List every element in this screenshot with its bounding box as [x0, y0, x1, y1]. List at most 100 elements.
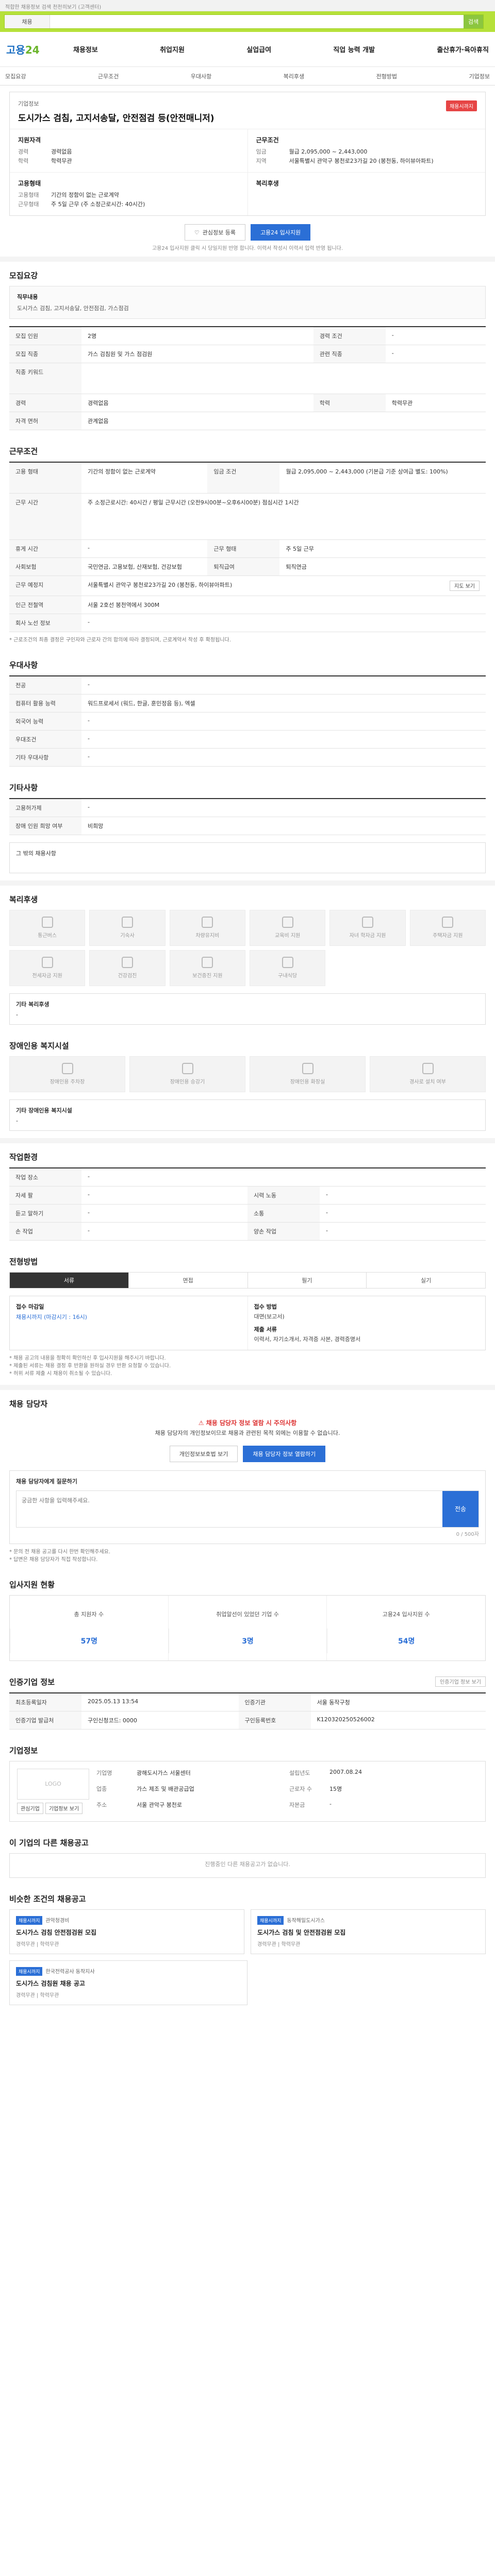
- th: 모집 직종: [9, 345, 81, 363]
- kv-row: 지역 서울특별시 관악구 봉천로23가길 20 (봉천동, 하이뷰아파트): [256, 157, 477, 166]
- fav-corp-button[interactable]: 관심기업: [17, 1802, 43, 1814]
- td: 서울 동작구청: [310, 1692, 486, 1711]
- list-item: * 문의 전 채용 공고를 다시 한번 확인해주세요.: [9, 1549, 111, 1555]
- search-category-tab[interactable]: 채용: [5, 15, 50, 28]
- view-counselor-button[interactable]: 채용 담당자 정보 열람하기: [243, 1445, 326, 1462]
- char-count: 0 / 500자: [456, 1531, 479, 1537]
- heart-icon: ♡: [194, 229, 200, 236]
- warning-desc: 채용 담당자의 개인정보이므로 채용과 관련된 목적 외에는 이용할 수 없습니…: [155, 1429, 340, 1436]
- td: 주 5일 근무: [279, 539, 486, 558]
- card-title: 도시가스 검침원 채용 공고: [16, 1979, 85, 1987]
- section-title: 장애인용 복지시설: [9, 1041, 69, 1050]
- tab-work[interactable]: 근무조건: [98, 72, 119, 80]
- job-actions: ♡ 관심정보 등록 고용24 입사지원: [0, 216, 495, 244]
- td: 워드프로세서 (워드, 한글, 훈민정음 등), 엑셀: [81, 694, 486, 713]
- section-title: 전형방법: [9, 1257, 38, 1266]
- section-title: 근무조건: [9, 447, 38, 456]
- recruit-section: 모집요강 직무내용 도시가스 검침, 고지서송달, 안전점검, 가스점검 모집 …: [0, 262, 495, 437]
- logo-text-a: 고용: [6, 44, 25, 56]
- cafeteria-icon: [282, 957, 293, 968]
- education-icon: [282, 917, 293, 928]
- gnb-item[interactable]: 직업 능력 개발: [333, 44, 375, 54]
- stat-value: 54명: [327, 1628, 485, 1653]
- process-steps: 서류 면접 필기 실기: [9, 1272, 486, 1289]
- search-box: 채용 검색: [4, 14, 484, 29]
- th: 모집 인원: [9, 327, 81, 345]
- corp-key: 설립년도: [289, 1769, 310, 1776]
- tab-prefer[interactable]: 우대사항: [191, 72, 211, 80]
- corp-val: 서울 관악구 봉천로: [137, 1802, 182, 1809]
- inquiry-textarea[interactable]: [16, 1490, 442, 1527]
- table-row: 작업 장소 -: [9, 1167, 486, 1187]
- table-row: 기타 우대사항 -: [9, 748, 486, 767]
- tab-welfare[interactable]: 복리후생: [284, 72, 304, 80]
- welfare-grid: 통근버스 기숙사 차량유지비 교육비 지원 자녀 학자금 지원 주택자금 지원 …: [9, 909, 486, 986]
- table-row: 최초등록일자 2025.05.13 13:54 인증기관 서울 동작구청: [9, 1692, 486, 1711]
- corp-section: 기업정보 LOGO 관심기업 기업정보 보기 기업명 광해도시가스 서울센터 설립…: [0, 1737, 495, 1829]
- detail-tabs: 모집요강 근무조건 우대사항 복리후생 전형방법 기업정보: [0, 67, 495, 86]
- divider: [0, 880, 495, 886]
- card-title: 도시가스 검침 안전점검원 모집: [16, 1928, 97, 1936]
- similar-card[interactable]: 채용시까지 한국전력공사 동작지사 도시가스 검침원 채용 공고 경력무관 | 학…: [9, 1960, 248, 2005]
- stats-box: 총 지원자 수 57명 취업알선이 있었던 기업 수 3명 고용24 입사지원 수 5…: [9, 1595, 486, 1661]
- th: 학력: [313, 394, 386, 412]
- tab-company[interactable]: 기업정보: [469, 72, 489, 80]
- gnb-item[interactable]: 실업급여: [246, 44, 271, 54]
- corp-key: 업종: [96, 1785, 107, 1792]
- th: 경력 조건: [313, 327, 386, 345]
- corp-detail-button[interactable]: 기업정보 보기: [45, 1802, 83, 1814]
- gnb-item[interactable]: 취업지원: [160, 44, 185, 54]
- section-title: 입사지원 현황: [9, 1580, 55, 1589]
- table-row: 인증기업 발급처 구인신청코드: 0000 구인등록번호 K1203202505260…: [9, 1711, 486, 1730]
- th: 근무 예정지: [9, 575, 81, 596]
- th: 양손 작업: [248, 1222, 320, 1241]
- table-row: 휴게 시간 - 근무 형태 주 5일 근무: [9, 539, 486, 558]
- th: 퇴직급여: [207, 557, 280, 576]
- welfare-label: 건강검진: [118, 973, 137, 979]
- health-icon: [121, 957, 133, 968]
- scrap-button[interactable]: ♡ 관심정보 등록: [184, 224, 245, 241]
- deadline-badge: 채용시까지: [446, 100, 477, 111]
- counselor-notes: * 문의 전 채용 공고를 다시 한번 확인해주세요. * 답변은 채용 담당자…: [9, 1548, 486, 1564]
- welfare-item: 보건증진 지원: [169, 950, 245, 986]
- th: 기타 우대사항: [9, 748, 81, 767]
- th: 컴퓨터 활용 능력: [9, 694, 81, 713]
- site-logo[interactable]: 고용24: [6, 42, 63, 57]
- info-button[interactable]: 인증기업 정보 보기: [435, 1676, 486, 1687]
- similar-card[interactable]: 채용시까지 관악청경비 도시가스 검침 안전점검원 모집 경력무관 | 학력무관: [9, 1909, 244, 1954]
- bus-icon: [41, 917, 53, 928]
- tab-process[interactable]: 전형방법: [376, 72, 397, 80]
- privacy-law-button[interactable]: 개인정보보호법 보기: [169, 1445, 238, 1462]
- global-nav: 채용정보 취업지원 실업급여 직업 능력 개발 출산휴가·육아휴직: [63, 44, 489, 54]
- map-button[interactable]: 지도 보기: [450, 580, 480, 591]
- section-title: 작업환경: [9, 1152, 38, 1162]
- doc-val: 이력서, 자기소개서, 자격증 사본, 경력증명서: [254, 1335, 361, 1343]
- kv-key: 근무형태: [18, 201, 39, 208]
- td: -: [81, 748, 486, 767]
- corp-grid: 기업명 광해도시가스 서울센터 설립년도 2007.08.24 업종 가스 제조 및 …: [96, 1769, 478, 1814]
- similar-card[interactable]: 채용시까지 동작해밀도시가스 도시가스 검침 및 안전점검원 모집 경력무관 | …: [251, 1909, 486, 1954]
- tab-recruit[interactable]: 모집요강: [5, 72, 26, 80]
- apply-button[interactable]: 고용24 입사지원: [250, 224, 311, 241]
- search-button[interactable]: 검색: [464, 15, 483, 28]
- table-row: 경력 경력없음 학력 학력무관: [9, 394, 486, 412]
- work-table: 고용 형태 기간의 정함이 없는 근로계약 임금 조건 월급 2,095,000 ~ …: [9, 462, 486, 632]
- td: -: [81, 712, 486, 731]
- disabled-item: 경사로 설치 여부: [370, 1056, 486, 1092]
- search-bar: 채용 검색: [0, 11, 495, 32]
- gnb-item[interactable]: 출산휴가·육아휴직: [437, 44, 489, 54]
- employment-col: 고용형태 고용형태 기간의 정함이 없는 근로계약 근무형태 주 5일 근무 (주 …: [10, 173, 248, 215]
- company-label[interactable]: 기업정보: [18, 99, 477, 108]
- corp-logo: LOGO: [17, 1768, 89, 1800]
- corp-key: 기업명: [96, 1769, 112, 1776]
- td: 기간의 정함이 없는 근로계약: [81, 462, 208, 494]
- other-jobs-section: 이 기업의 다른 채용공고 진행중인 다른 채용공고가 없습니다.: [0, 1829, 495, 1885]
- step-document: 서류: [9, 1272, 129, 1289]
- gnb-item[interactable]: 채용정보: [73, 44, 98, 54]
- kv-key: 지역: [256, 158, 267, 164]
- method-val: 대면(보고서): [254, 1313, 285, 1320]
- send-button[interactable]: 전송: [442, 1490, 478, 1527]
- logo-text-b: 24: [25, 44, 40, 56]
- similar-row-2: 채용시까지 한국전력공사 동작지사 도시가스 검침원 채용 공고 경력무관 | 학…: [9, 1960, 248, 2005]
- condition-col: 근무조건 임금 월급 2,095,000 ~ 2,443,000 지역 서울특별시 …: [247, 129, 486, 172]
